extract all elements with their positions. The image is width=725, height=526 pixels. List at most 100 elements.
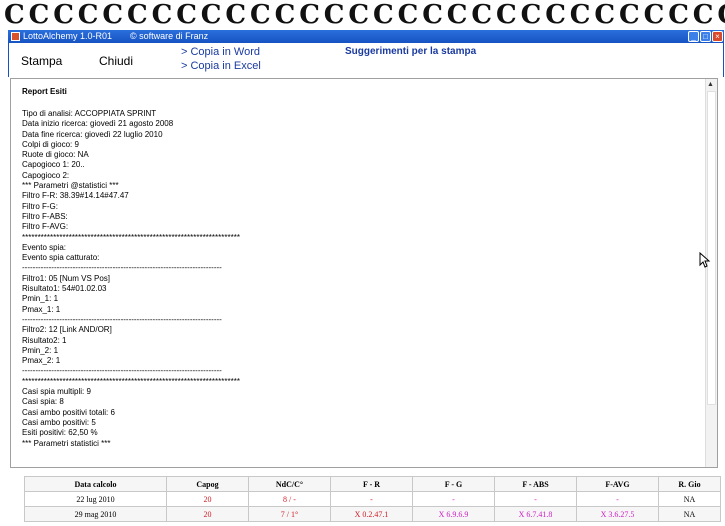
app-subtitle: © software di Franz [130,31,209,41]
binder-ring-icon: C [299,0,320,30]
binder-ring-icon: C [569,0,591,30]
suggerimenti-link[interactable]: Suggerimenti per la stampa [345,46,476,57]
cell-data: 22 lug 2010 [24,491,167,507]
cell-capog: 20 [166,506,249,522]
binder-ring-icon: C [53,0,74,30]
report-line: Data fine ricerca: giovedì 22 luglio 201… [22,129,163,139]
cell-rgio: NA [658,506,721,522]
cell-fr: - [330,491,413,507]
cell-fabs: - [494,491,577,507]
cell-fr: X 0.2.47.1 [330,506,413,522]
report-line: Filtro F-AVG: [22,222,69,232]
report-line: Risultato2: 1 [22,335,67,345]
minimize-icon[interactable]: _ [688,31,699,42]
results-table: Data calcolo Capog NdC/C° F - R F - G F … [24,476,721,522]
col-data-calcolo: Data calcolo [24,476,167,492]
binder-ring-icon: C [471,0,493,30]
chiudi-button[interactable]: Chiudi [99,54,133,68]
report-line: Casi spia: 8 [22,397,64,407]
cell-ndc: 8 / - [248,491,331,507]
report-line: ----------------------------------------… [22,366,222,376]
cell-ndc: 7 / 1° [248,506,331,522]
report-line: Ruote di gioco: NA [22,150,89,160]
close-icon[interactable]: × [712,31,723,42]
binder-ring-icon: C [77,0,99,30]
copia-excel-link[interactable]: > Copia in Excel [181,60,261,72]
report-line: ****************************************… [22,232,240,242]
report-line: Filtro F-ABS: [22,211,68,221]
binder-ring-icon: C [250,0,271,30]
col-rgio: R. Gio [658,476,721,492]
report-line: Pmax_2: 1 [22,356,61,366]
binder-ring-icon: C [619,0,640,30]
app-title: LottoAlchemy 1.0-R01 [23,31,113,41]
binder-ring-icon: C [274,0,296,30]
report-line: ----------------------------------------… [22,263,222,273]
col-fr: F - R [330,476,413,492]
binder-ring-icon: C [28,0,50,30]
copia-word-link[interactable]: > Copia in Word [181,46,260,58]
cell-fg: - [412,491,495,507]
app-icon [11,32,20,41]
report-line: *** Parametri @statistici *** [22,181,119,191]
cell-rgio: NA [658,491,721,507]
table-header-row: Data calcolo Capog NdC/C° F - R F - G F … [24,476,721,492]
report-line: Data inizio ricerca: giovedì 21 agosto 2… [22,119,174,129]
cell-fabs: X 6.7.41.8 [494,506,577,522]
binder-ring-icon: C [446,0,468,30]
report-line: Filtro F-G: [22,201,58,211]
binder-ring-icon: C [4,0,25,30]
binder-ring-icon: C [373,0,394,30]
report-line: Colpi di gioco: 9 [22,139,79,149]
report-line: Capogioco 2: [22,170,70,180]
binder-ring-icon: C [717,2,725,28]
maximize-icon[interactable]: □ [700,31,711,42]
report-line: Pmax_1: 1 [22,304,61,314]
cell-data: 29 mag 2010 [24,506,167,522]
binder-ring-icon: C [545,0,566,30]
cell-capog: 20 [166,491,249,507]
binder-ring-icon: C [225,0,247,30]
binder-ring-icon: C [151,0,173,30]
report-line: Tipo di analisi: ACCOPPIATA SPRINT [22,109,157,118]
table-row: 22 lug 2010 20 8 / - - - - - NA [24,491,721,507]
binder-ring-icon: C [422,0,443,30]
report-line: ****************************************… [22,376,240,386]
binder-ring-icon: C [176,0,197,30]
binder-ring-icon: C [397,0,419,30]
report-line: Filtro1: 05 [Num VS Pos] [22,273,111,283]
binder-ring-icon: C [127,0,148,30]
binder-ring-icon: C [323,0,345,30]
col-fabs: F - ABS [494,476,577,492]
binder-ring-icon: C [102,0,124,30]
cell-favg: X 3.6.27.5 [576,506,659,522]
report-body: Tipo di analisi: ACCOPPIATA SPRINT Data i… [22,109,240,449]
binder-ring-icon: C [200,0,222,30]
stampa-button[interactable]: Stampa [21,54,62,68]
window-controls: _ □ × [688,31,723,42]
report-line: Casi spia multipli: 9 [22,387,91,397]
report-title: Report Esiti [22,87,67,96]
scrollbar-thumb[interactable] [707,91,716,405]
binder-ring-icon: C [496,0,517,30]
report-line: Casi ambo positivi totali: 6 [22,407,115,417]
binder-ring-icon: C [594,0,616,30]
report-scrollbar[interactable]: ▲ [705,79,717,467]
col-favg: F-AVG [576,476,659,492]
binder-ring-icon: C [520,0,542,30]
binder-ring-icon: C [692,0,714,30]
binder-ring-icon: C [643,0,665,30]
report-line: Pmin_1: 1 [22,294,59,304]
scroll-up-icon[interactable]: ▲ [707,81,714,88]
binder-ring-icon: C [668,0,689,30]
report-line: Casi ambo positivi: 5 [22,417,96,427]
cell-fg: X 6.9.6.9 [412,506,495,522]
report-line: *** Parametri statistici *** [22,438,111,448]
report-line: Capogioco 1: 20.. [22,160,85,170]
report-panel: Report Esiti Tipo di analisi: ACCOPPIATA… [10,78,718,468]
report-line: Risultato1: 54#01.02.03 [22,284,107,294]
mouse-pointer-icon [699,252,711,268]
binder-rings-strip: CCCCCCCCCCCCCCCCCCCCCCCCCCCCCC [0,0,725,30]
table-row: 29 mag 2010 20 7 / 1° X 0.2.47.1 X 6.9.6… [24,506,721,522]
report-line: Filtro F-R: 38.39#14.14#47.47 [22,191,129,201]
